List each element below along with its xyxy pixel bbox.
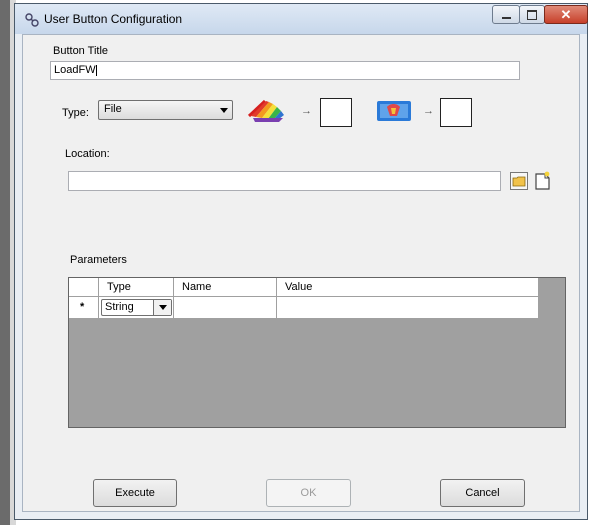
image-icon[interactable]: [375, 99, 413, 123]
dropdown-button[interactable]: [153, 300, 171, 315]
app-icon: [25, 13, 39, 27]
color-wheel-icon[interactable]: [247, 98, 287, 124]
grid-cell-name[interactable]: [174, 297, 277, 318]
type-select[interactable]: File: [98, 100, 233, 120]
button-title-value: LoadFW: [54, 64, 96, 76]
ok-button[interactable]: OK: [266, 479, 351, 507]
grid-cell-type[interactable]: String: [99, 297, 174, 318]
grid-column-header-name[interactable]: Name: [174, 278, 277, 296]
grid-cell-value[interactable]: [277, 297, 538, 318]
new-file-icon[interactable]: [533, 171, 552, 191]
chevron-down-icon: [159, 305, 167, 310]
arrow-icon: →: [423, 105, 434, 117]
folder-icon[interactable]: [510, 172, 528, 190]
minimize-icon: [501, 16, 511, 19]
chevron-down-icon: [220, 108, 228, 113]
button-title-label: Button Title: [53, 45, 109, 57]
grid-new-row[interactable]: * String: [69, 297, 538, 318]
minimize-button[interactable]: [492, 5, 520, 24]
title-bar[interactable]: User Button Configuration ✕: [15, 4, 588, 34]
background-window-edge: [0, 0, 10, 525]
dialog-body: Button Title LoadFW Type: File → → Locat…: [22, 34, 580, 512]
grid-column-header-type[interactable]: Type: [99, 278, 174, 296]
button-title-input[interactable]: LoadFW: [50, 61, 520, 80]
parameters-grid[interactable]: Type Name Value * String: [68, 277, 566, 428]
maximize-icon: [527, 9, 537, 20]
param-type-value: String: [105, 301, 134, 313]
text-caret: [95, 64, 97, 76]
arrow-icon: →: [301, 105, 312, 117]
grid-column-header-value[interactable]: Value: [277, 278, 538, 296]
image-preview-box[interactable]: [440, 98, 472, 127]
new-row-marker: *: [80, 301, 85, 313]
grid-header-corner: [69, 278, 99, 296]
type-label: Type:: [62, 107, 89, 119]
close-button[interactable]: ✕: [544, 5, 588, 24]
window-title: User Button Configuration: [44, 12, 183, 26]
close-icon: ✕: [560, 6, 572, 22]
dialog-window: User Button Configuration ✕ Button Title…: [14, 3, 588, 520]
param-type-select[interactable]: String: [101, 299, 172, 316]
row-header[interactable]: *: [69, 297, 99, 318]
parameters-label: Parameters: [70, 254, 127, 266]
location-label: Location:: [65, 148, 110, 160]
maximize-button[interactable]: [519, 5, 545, 24]
color-preview-box[interactable]: [320, 98, 352, 127]
type-select-value: File: [104, 103, 122, 115]
cancel-button[interactable]: Cancel: [440, 479, 525, 507]
location-input[interactable]: [68, 171, 501, 191]
execute-button[interactable]: Execute: [93, 479, 177, 507]
grid-header-row: Type Name Value: [69, 278, 538, 297]
